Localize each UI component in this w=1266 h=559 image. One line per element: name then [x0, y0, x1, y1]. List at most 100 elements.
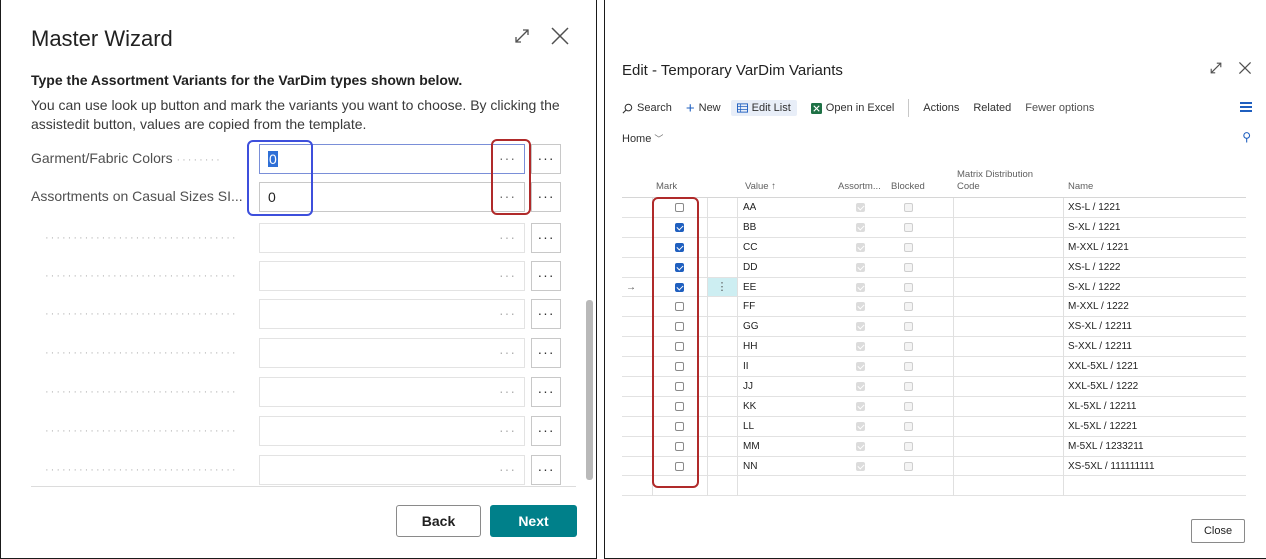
assistedit-button[interactable]: ···: [531, 261, 561, 291]
assistedit-button[interactable]: ···: [531, 182, 561, 212]
assortment-checkbox: [856, 203, 865, 212]
value-cell[interactable]: NN: [743, 457, 757, 476]
assortment-checkbox: [856, 222, 865, 232]
name-cell[interactable]: S-XL / 1221: [1068, 218, 1120, 237]
fewer-options-button[interactable]: Fewer options: [1025, 102, 1094, 114]
back-button[interactable]: Back: [396, 505, 481, 537]
close-icon[interactable]: [1238, 61, 1252, 75]
value-cell[interactable]: JJ: [743, 377, 753, 396]
table-row[interactable]: FF M-XXL / 1222: [622, 297, 1246, 318]
blocked-checkbox: [904, 342, 913, 352]
name-cell[interactable]: S-XL / 1222: [1068, 278, 1120, 297]
value-cell[interactable]: BB: [743, 218, 756, 237]
empty-field-input[interactable]: ···: [259, 223, 525, 253]
value-cell[interactable]: LL: [743, 417, 754, 436]
related-menu[interactable]: Related: [973, 102, 1011, 114]
list-options-icon[interactable]: [1240, 102, 1252, 112]
empty-field-input[interactable]: ···: [259, 416, 525, 446]
name-cell[interactable]: XL-5XL / 12211: [1068, 397, 1136, 416]
footer-divider: [31, 486, 576, 487]
expand-icon[interactable]: [1208, 60, 1224, 76]
column-header-matrix[interactable]: Matrix Distribution: [957, 169, 1033, 180]
column-header-name[interactable]: Name: [1068, 181, 1093, 192]
lookup-button[interactable]: ···: [499, 422, 516, 438]
column-header-mark[interactable]: Mark: [656, 181, 677, 192]
search-button[interactable]: Search: [622, 102, 672, 114]
value-cell[interactable]: EE: [743, 278, 756, 297]
name-cell[interactable]: XXL-5XL / 1221: [1068, 357, 1138, 376]
close-icon[interactable]: [550, 26, 570, 46]
name-cell[interactable]: M-5XL / 1233211: [1068, 437, 1144, 456]
value-cell[interactable]: MM: [743, 437, 760, 456]
lookup-button[interactable]: ···: [499, 383, 516, 399]
table-row[interactable]: NN XS-5XL / 111111111: [622, 457, 1246, 477]
table-row[interactable]: LL XL-5XL / 12221: [622, 417, 1246, 437]
lookup-button[interactable]: ···: [499, 267, 516, 283]
home-tab[interactable]: Home ﹀: [622, 132, 663, 145]
table-row[interactable]: CC M-XXL / 1221: [622, 238, 1246, 258]
name-cell[interactable]: XS-5XL / 111111111: [1068, 457, 1155, 476]
row-menu-icon[interactable]: ⋮: [707, 277, 737, 297]
value-cell[interactable]: II: [743, 357, 749, 376]
name-cell[interactable]: XXL-5XL / 1222: [1068, 377, 1138, 396]
table-row[interactable]: AA XS-L / 1221: [622, 198, 1246, 218]
name-cell[interactable]: XS-L / 1221: [1068, 198, 1120, 217]
value-cell[interactable]: AA: [743, 198, 756, 217]
empty-field-input[interactable]: ···: [259, 338, 525, 368]
actions-menu[interactable]: Actions: [923, 102, 959, 114]
open-in-excel-button[interactable]: Open in Excel: [810, 102, 894, 114]
next-button[interactable]: Next: [490, 505, 577, 537]
assortment-checkbox: [856, 322, 865, 332]
assortment-checkbox: [856, 362, 865, 372]
empty-field-input[interactable]: ···: [259, 455, 525, 485]
column-header-assortment[interactable]: Assortm...: [838, 181, 881, 192]
assistedit-button[interactable]: ···: [531, 144, 561, 174]
new-button[interactable]: + New: [686, 100, 721, 117]
table-row-empty[interactable]: [622, 476, 1246, 497]
assistedit-button[interactable]: ···: [531, 223, 561, 253]
table-row[interactable]: DD XS-L / 1222: [622, 258, 1246, 278]
name-cell[interactable]: XL-5XL / 12221: [1068, 417, 1137, 436]
name-cell[interactable]: XS-XL / 12211: [1068, 317, 1132, 336]
empty-field-input[interactable]: ···: [259, 261, 525, 291]
table-row[interactable]: JJ XXL-5XL / 1222: [622, 377, 1246, 397]
table-row[interactable]: II XXL-5XL / 1221: [622, 357, 1246, 378]
expand-icon[interactable]: [512, 26, 532, 46]
value-cell[interactable]: HH: [743, 337, 757, 356]
table-row[interactable]: → ⋮ EE S-XL / 1222: [622, 277, 1246, 298]
assistedit-button[interactable]: ···: [531, 338, 561, 368]
value-cell[interactable]: DD: [743, 258, 757, 277]
dialog-title: Edit - Temporary VarDim Variants: [622, 62, 843, 79]
blocked-checkbox: [904, 262, 913, 272]
value-cell[interactable]: CC: [743, 238, 757, 257]
table-row[interactable]: GG XS-XL / 12211: [622, 317, 1246, 338]
table-row[interactable]: MM M-5XL / 1233211: [622, 437, 1246, 457]
name-cell[interactable]: XS-L / 1222: [1068, 258, 1120, 277]
column-header-blocked[interactable]: Blocked: [891, 181, 925, 192]
value-cell[interactable]: FF: [743, 297, 755, 316]
field-row-empty: ·································· ··· ·…: [31, 455, 571, 485]
assistedit-button[interactable]: ···: [531, 377, 561, 407]
edit-list-button[interactable]: Edit List: [730, 100, 797, 116]
empty-field-input[interactable]: ···: [259, 377, 525, 407]
empty-field-input[interactable]: ···: [259, 299, 525, 329]
lookup-button[interactable]: ···: [499, 229, 516, 245]
assistedit-button[interactable]: ···: [531, 455, 561, 485]
name-cell[interactable]: M-XXL / 1222: [1068, 297, 1129, 316]
pin-icon[interactable]: ⚲: [1242, 130, 1251, 144]
scrollbar-thumb[interactable]: [586, 300, 593, 480]
name-cell[interactable]: S-XXL / 12211: [1068, 337, 1132, 356]
close-button[interactable]: Close: [1191, 519, 1245, 543]
lookup-button[interactable]: ···: [499, 305, 516, 321]
table-row[interactable]: BB S-XL / 1221: [622, 218, 1246, 238]
column-header-value[interactable]: Value ↑: [745, 181, 776, 192]
table-row[interactable]: HH S-XXL / 12211: [622, 337, 1246, 358]
value-cell[interactable]: GG: [743, 317, 759, 336]
lookup-button[interactable]: ···: [499, 344, 516, 360]
lookup-button[interactable]: ···: [499, 461, 516, 477]
table-row[interactable]: KK XL-5XL / 12211: [622, 397, 1246, 417]
assistedit-button[interactable]: ···: [531, 416, 561, 446]
name-cell[interactable]: M-XXL / 1221: [1068, 238, 1129, 257]
value-cell[interactable]: KK: [743, 397, 756, 416]
assistedit-button[interactable]: ···: [531, 299, 561, 329]
